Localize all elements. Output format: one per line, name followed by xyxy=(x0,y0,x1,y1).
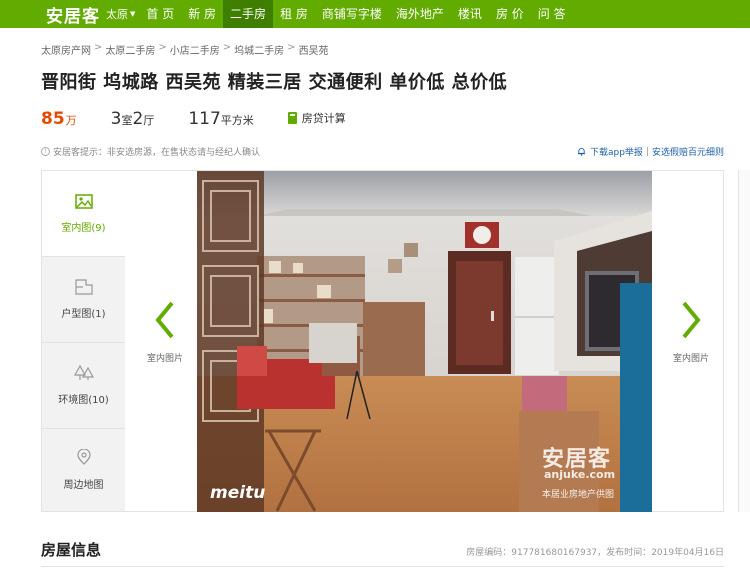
breadcrumb-separator: > xyxy=(222,42,232,53)
price-stat: 85 万 xyxy=(41,109,77,129)
calculator-icon xyxy=(287,112,297,124)
nav-item-5[interactable]: 海外地产 xyxy=(389,0,451,28)
report-divider: | xyxy=(645,146,649,157)
photo-gallery: 室内图(9) 户型图(1) 环境图(10) 周边地图 室内图片 安居客 anju… xyxy=(41,170,724,512)
nav-item-3[interactable]: 租 房 xyxy=(273,0,315,28)
report-app-link[interactable]: 下载app举报 xyxy=(590,145,643,158)
report-links: 下载app举报 | 安选假赔百元细则 xyxy=(577,145,724,158)
breadcrumb-link[interactable]: 太原二手房 xyxy=(105,42,155,57)
code-value: 917781680167937 xyxy=(511,548,598,558)
nav-item-2[interactable]: 二手房 xyxy=(223,0,274,28)
watermark-url: anjuke.com xyxy=(544,468,616,481)
tip-text: 安居客提示：非安选房源，在售状态请与经纪人确认 xyxy=(53,148,261,158)
bell-icon xyxy=(577,147,586,156)
mortgage-calc-link[interactable]: 房贷计算 xyxy=(287,110,346,126)
nav-item-0[interactable]: 首 页 xyxy=(139,0,181,28)
breadcrumb-link[interactable]: 西吴苑 xyxy=(299,42,329,57)
rooms-unit: 室 xyxy=(121,114,133,127)
area-stat: 117 平方米 xyxy=(188,109,253,129)
section-title: 房屋信息 xyxy=(41,541,102,559)
area-unit: 平方米 xyxy=(220,114,254,127)
reward-rules-link[interactable]: 安选假赔百元细则 xyxy=(652,145,724,158)
date-value: 2019年04月16日 xyxy=(651,548,724,558)
tab-environment[interactable]: 环境图(10) xyxy=(42,343,125,429)
floorplan-icon xyxy=(74,279,93,295)
breadcrumb-link[interactable]: 坞城二手房 xyxy=(234,42,284,57)
watermark-meitu: meitu xyxy=(210,483,266,503)
listing-tip: ! 安居客提示：非安选房源，在售状态请与经纪人确认 xyxy=(41,145,260,158)
site-logo[interactable]: 安居客 xyxy=(46,2,100,27)
area-value: 117 xyxy=(188,109,221,129)
breadcrumb-separator: > xyxy=(287,42,296,53)
prev-arrow-icon[interactable] xyxy=(154,301,176,339)
tab-floorplan-text: 户型图(1) xyxy=(61,309,106,320)
mortgage-calc-label: 房贷计算 xyxy=(301,112,346,125)
top-nav: 安居客 太原 ▼ 首 页新 房二手房租 房商铺写字楼 海外地产 楼讯房 价问 答 xyxy=(0,0,750,28)
breadcrumb-separator: > xyxy=(94,42,103,53)
image-icon xyxy=(74,193,93,209)
city-selector[interactable]: 太原 ▼ xyxy=(106,6,135,22)
tab-interior-text: 室内图(9) xyxy=(61,222,106,234)
breadcrumb-link[interactable]: 太原房产网 xyxy=(41,42,91,57)
next-label: 室内图片 xyxy=(673,354,710,364)
listing-stats: 85 万 3 室 2 厅 117 平方米 房贷计算 xyxy=(41,109,346,129)
watermark-agency: 本居业房地产供图 xyxy=(542,490,615,500)
breadcrumb-link[interactable]: 小店二手房 xyxy=(170,42,220,57)
price-unit: 万 xyxy=(65,114,77,127)
info-icon: ! xyxy=(41,147,50,156)
prev-label: 室内图片 xyxy=(147,354,184,364)
tab-environment-text: 环境图(10) xyxy=(58,395,109,406)
code-label: 房屋编码： xyxy=(466,548,512,558)
nav-item-7[interactable]: 房 价 xyxy=(489,0,531,28)
breadcrumb-separator: > xyxy=(158,42,167,53)
interior-photo[interactable]: 安居客 anjuke.com meitu 本居业房地产供图 xyxy=(197,171,652,512)
side-panel-edge xyxy=(738,170,750,512)
nav-item-1[interactable]: 新 房 xyxy=(181,0,223,28)
page-title: 晋阳街 坞城路 西吴苑 精装三居 交通便利 单价低 总价低 xyxy=(41,72,508,93)
city-label: 太原 xyxy=(106,8,128,21)
date-label: ，发布时间： xyxy=(597,548,652,558)
breadcrumb: 太原房产网 > 太原二手房 > 小店二手房 > 坞城二手房 > 西吴苑 xyxy=(41,42,329,57)
nav-items: 首 页新 房二手房租 房商铺写字楼 海外地产 楼讯房 价问 答 xyxy=(139,0,572,28)
halls-unit: 厅 xyxy=(143,114,155,127)
trees-icon xyxy=(73,365,94,380)
tab-map-text: 周边地图 xyxy=(63,480,104,491)
listing-meta: 房屋编码：917781680167937，发布时间：2019年04月16日 xyxy=(466,545,724,558)
next-arrow-icon[interactable] xyxy=(680,301,702,339)
layout-stat: 3 室 2 厅 xyxy=(111,109,155,129)
halls-value: 2 xyxy=(132,109,144,129)
section-divider xyxy=(41,566,724,567)
tab-interior[interactable]: 室内图(9) xyxy=(42,171,125,257)
price-value: 85 xyxy=(41,109,65,129)
tab-floorplan[interactable]: 户型图(1) xyxy=(42,257,125,343)
nav-item-8[interactable]: 问 答 xyxy=(531,0,573,28)
chevron-down-icon: ▼ xyxy=(130,10,136,18)
tab-surrounding-map[interactable]: 周边地图 xyxy=(42,429,125,511)
nav-item-6[interactable]: 楼讯 xyxy=(451,0,489,28)
map-pin-icon xyxy=(76,449,91,465)
nav-item-4[interactable]: 商铺写字楼 xyxy=(315,0,389,28)
gallery-tabs: 室内图(9) 户型图(1) 环境图(10) 周边地图 xyxy=(42,171,125,511)
rooms-value: 3 xyxy=(110,109,122,129)
